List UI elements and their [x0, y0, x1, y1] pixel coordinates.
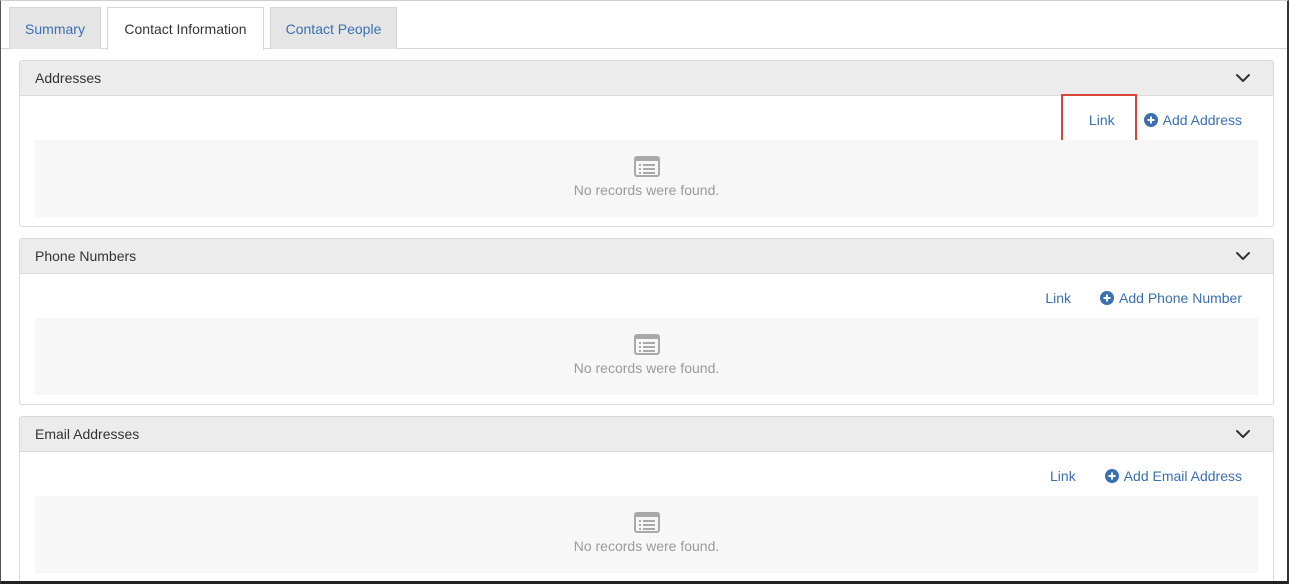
phone-numbers-section: Phone Numbers Link Add Phone Number No r… [19, 238, 1274, 405]
app-window: Summary Contact Information Contact Peop… [0, 0, 1289, 584]
section-title: Addresses [35, 70, 102, 86]
addresses-empty-state: No records were found. [35, 140, 1258, 217]
chevron-down-icon[interactable] [1235, 248, 1251, 264]
tab-contact-people[interactable]: Contact People [270, 7, 397, 49]
tab-label: Contact Information [124, 21, 247, 37]
tab-contact-information[interactable]: Contact Information [107, 7, 264, 50]
add-address-button[interactable]: Add Address [1143, 112, 1242, 128]
plus-circle-icon [1100, 291, 1115, 305]
link-phone-button[interactable]: Link [1045, 290, 1071, 306]
section-title: Email Addresses [35, 426, 140, 442]
email-addresses-empty-state: No records were found. [35, 496, 1258, 573]
list-icon [633, 512, 660, 533]
add-phone-number-label: Add Phone Number [1119, 290, 1242, 306]
phone-numbers-section-header[interactable]: Phone Numbers [20, 239, 1273, 274]
add-phone-number-button[interactable]: Add Phone Number [1100, 290, 1242, 306]
link-email-button[interactable]: Link [1050, 468, 1076, 484]
addresses-actions: Link Add Address [1089, 109, 1242, 131]
email-addresses-actions: Link Add Email Address [1050, 465, 1242, 487]
empty-message: No records were found. [573, 182, 720, 198]
empty-message: No records were found. [573, 360, 720, 376]
link-address-button[interactable]: Link [1089, 112, 1115, 128]
plus-circle-icon [1143, 113, 1158, 127]
list-icon [633, 334, 660, 355]
add-email-address-button[interactable]: Add Email Address [1104, 468, 1242, 484]
list-icon [633, 156, 660, 177]
tab-label: Summary [25, 20, 85, 37]
tab-label: Contact People [285, 20, 382, 37]
plus-circle-icon [1104, 469, 1119, 483]
tab-bar: Summary Contact Information Contact Peop… [1, 1, 1287, 50]
chevron-down-icon[interactable] [1235, 426, 1251, 442]
section-title: Phone Numbers [35, 248, 137, 264]
phone-numbers-empty-state: No records were found. [35, 318, 1258, 395]
add-address-label: Add Address [1162, 112, 1242, 128]
phone-numbers-actions: Link Add Phone Number [1045, 287, 1242, 309]
chevron-down-icon[interactable] [1235, 70, 1251, 86]
add-email-address-label: Add Email Address [1123, 468, 1242, 484]
tab-summary[interactable]: Summary [9, 7, 101, 49]
email-addresses-section-header[interactable]: Email Addresses [20, 417, 1273, 452]
empty-message: No records were found. [573, 538, 720, 554]
addresses-section-header[interactable]: Addresses [20, 61, 1273, 96]
addresses-section: Addresses Link Add Address No records we… [19, 60, 1274, 227]
email-addresses-section: Email Addresses Link Add Email Address N… [19, 416, 1274, 581]
